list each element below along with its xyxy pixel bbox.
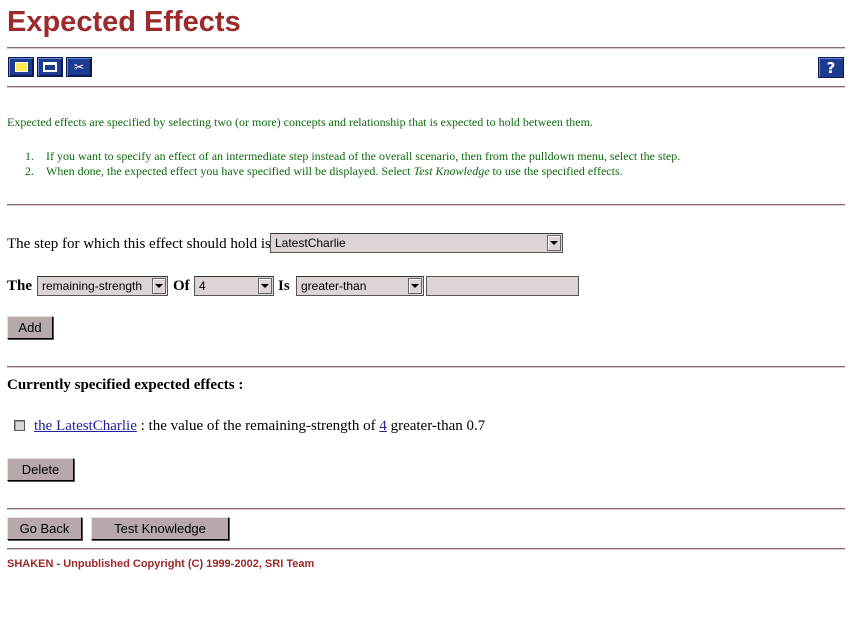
chevron-down-icon (408, 278, 422, 294)
list-item: 1. If you want to specify an effect of an… (25, 149, 681, 163)
step-select[interactable]: LatestCharlie (270, 233, 563, 253)
delete-button[interactable]: Delete (7, 458, 74, 481)
new-icon (14, 62, 28, 72)
chevron-down-icon (152, 278, 166, 294)
of-label: Of (173, 278, 190, 294)
effect-checkbox[interactable] (14, 420, 25, 431)
list-item: 2. When done, the expected effect you hav… (25, 164, 623, 178)
divider (7, 548, 845, 550)
help-button[interactable]: ? (818, 57, 844, 78)
page-title: Expected Effects (7, 6, 241, 38)
intro-text: Expected effects are specified by select… (7, 115, 593, 129)
print-button[interactable] (37, 57, 63, 77)
current-effects-heading: Currently specified expected effects : (7, 377, 244, 393)
is-label: Is (278, 278, 290, 294)
object-select[interactable]: 4 (194, 276, 274, 296)
divider (7, 86, 845, 88)
value-input[interactable] (426, 276, 579, 296)
test-knowledge-emphasis: Test Knowledge (413, 164, 490, 178)
object-link[interactable]: 4 (379, 418, 387, 434)
divider (7, 508, 845, 510)
test-knowledge-button[interactable]: Test Knowledge (91, 517, 229, 540)
divider (7, 204, 845, 206)
subject-link[interactable]: the LatestCharlie (34, 418, 137, 434)
add-button[interactable]: Add (7, 316, 53, 339)
relation-select[interactable]: greater-than (296, 276, 424, 296)
chevron-down-icon (547, 235, 561, 251)
instruction-list: 1. If you want to specify an effect of an… (25, 149, 680, 179)
print-icon (43, 62, 57, 72)
divider (7, 47, 845, 49)
tools-icon: ✂ (73, 60, 85, 74)
copyright-footer: SHAKEN - Unpublished Copyright (C) 1999-… (7, 558, 315, 570)
help-icon: ? (826, 58, 836, 77)
the-label: The (7, 278, 33, 294)
tools-button[interactable]: ✂ (66, 57, 92, 77)
property-select[interactable]: remaining-strength (37, 276, 168, 296)
new-button[interactable] (8, 57, 34, 77)
effect-item: the LatestCharlie : the value of the rem… (34, 418, 486, 434)
chevron-down-icon (258, 278, 272, 294)
divider (7, 366, 845, 368)
go-back-button[interactable]: Go Back (7, 517, 82, 540)
step-prompt-label: The step for which this effect should ho… (7, 236, 271, 252)
